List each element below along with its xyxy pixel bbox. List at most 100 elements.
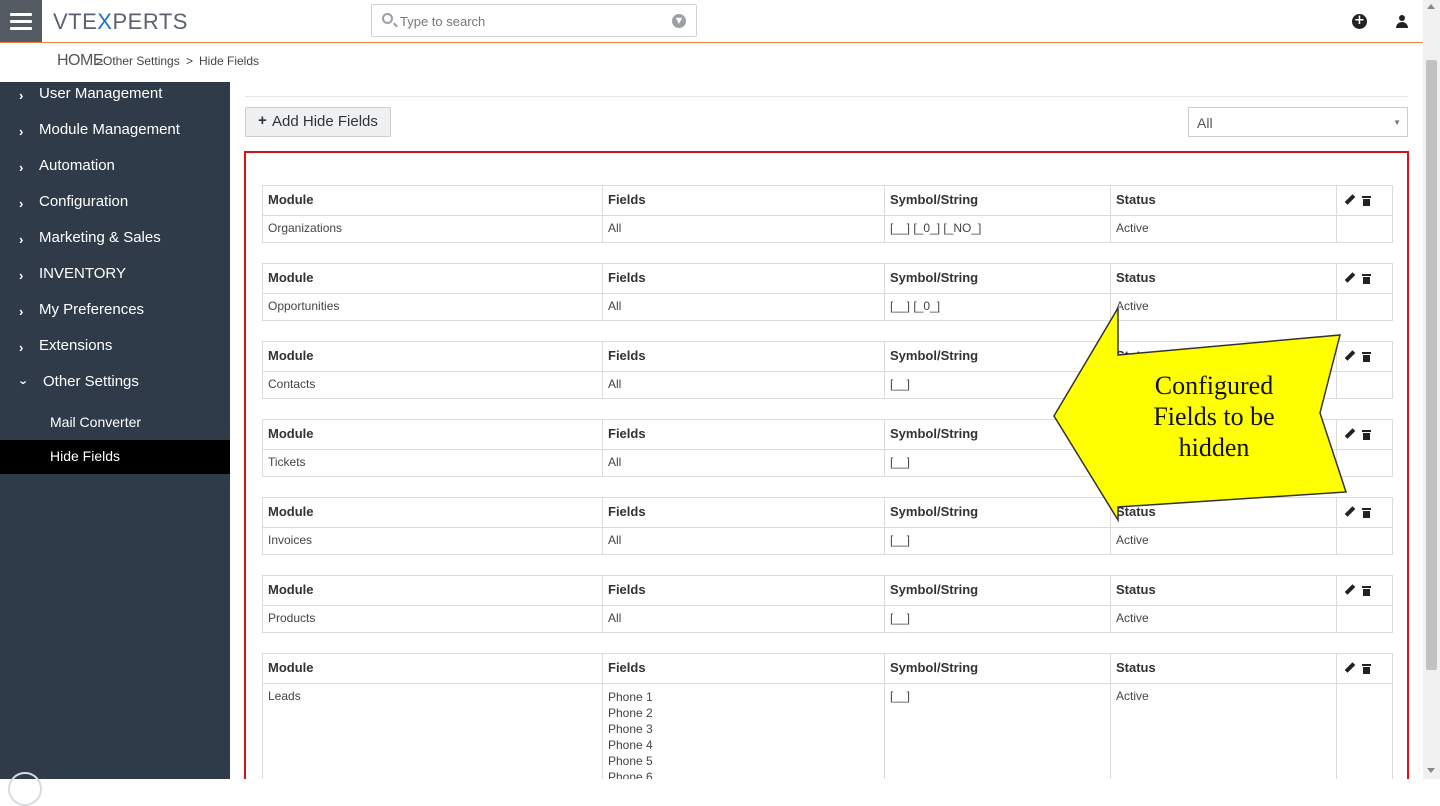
column-header-module: Module bbox=[268, 270, 314, 285]
delete-trash-icon[interactable] bbox=[1362, 352, 1371, 362]
sidebar-subitem-hide-fields[interactable]: Hide Fields bbox=[0, 440, 230, 474]
cell-fields: All bbox=[602, 216, 884, 242]
cell-symbol: [__] [_0_] [_NO_] bbox=[884, 216, 1110, 242]
sidebar-subitem-mail-converter[interactable]: Mail Converter bbox=[0, 406, 230, 440]
top-navbar: VTEXPERTS ▼ + bbox=[0, 0, 1423, 43]
cell-fields: All bbox=[602, 294, 884, 320]
column-header-symbol: Symbol/String bbox=[884, 186, 1110, 215]
chevron-right-icon: › bbox=[19, 340, 24, 355]
cell-fields: All bbox=[602, 528, 884, 554]
breadcrumb-other-settings[interactable]: Other Settings bbox=[103, 54, 180, 68]
vtexperts-logo[interactable]: VTEXPERTS bbox=[53, 9, 188, 35]
row-actions bbox=[1336, 654, 1394, 683]
callout-text: Configured Fields to be hidden bbox=[1153, 371, 1275, 462]
global-search[interactable]: ▼ bbox=[371, 4, 697, 37]
column-header-symbol: Symbol/String bbox=[884, 264, 1110, 293]
cell-fields: All bbox=[602, 372, 884, 398]
module-filter-select[interactable]: All ▼ bbox=[1188, 107, 1408, 137]
column-header-status: Status bbox=[1110, 264, 1336, 293]
add-hide-fields-button[interactable]: + Add Hide Fields bbox=[245, 107, 391, 137]
breadcrumb-separator: > bbox=[96, 54, 104, 68]
cell-symbol: [__] bbox=[884, 528, 1110, 554]
row-actions bbox=[1336, 576, 1394, 605]
chevron-right-icon: › bbox=[19, 196, 24, 211]
column-header-module: Module bbox=[268, 192, 314, 207]
column-header-module: Module bbox=[268, 426, 314, 441]
column-header-symbol: Symbol/String bbox=[884, 654, 1110, 683]
cell-status: Active bbox=[1110, 216, 1336, 242]
hide-field-record: Module Fields Symbol/String Status Organ… bbox=[262, 185, 1393, 243]
delete-trash-icon[interactable] bbox=[1362, 274, 1371, 284]
cell-module: Organizations bbox=[268, 221, 343, 235]
column-header-fields: Fields bbox=[602, 576, 884, 605]
cell-module: Products bbox=[268, 611, 316, 625]
plus-icon: + bbox=[258, 112, 267, 129]
cell-fields: All bbox=[602, 606, 884, 632]
delete-trash-icon[interactable] bbox=[1362, 586, 1371, 596]
table-row: Invoices All [__] Active bbox=[263, 528, 1392, 554]
cell-module: Leads bbox=[268, 689, 301, 703]
edit-pencil-icon[interactable] bbox=[1344, 585, 1355, 596]
field-item: Phone 2 bbox=[608, 706, 653, 720]
page-scrollbar[interactable] bbox=[1423, 0, 1440, 779]
sidebar-item-user-management[interactable]: › User Management bbox=[0, 82, 230, 114]
search-input[interactable] bbox=[400, 11, 660, 31]
row-actions bbox=[1336, 186, 1394, 215]
sidebar-item-configuration[interactable]: › Configuration bbox=[0, 190, 230, 222]
edit-pencil-icon[interactable] bbox=[1344, 663, 1355, 674]
scroll-up-arrow-icon[interactable] bbox=[1427, 4, 1435, 9]
cell-empty bbox=[1336, 684, 1392, 779]
user-profile-icon[interactable] bbox=[1396, 14, 1408, 29]
sidebar-item-other-settings[interactable]: › Other Settings bbox=[0, 370, 230, 402]
delete-trash-icon[interactable] bbox=[1362, 196, 1371, 206]
column-header-status: Status bbox=[1110, 576, 1336, 605]
chevron-right-icon: › bbox=[19, 88, 24, 103]
sidebar-item-module-management[interactable]: › Module Management bbox=[0, 118, 230, 150]
cell-empty bbox=[1336, 528, 1394, 554]
help-widget-icon[interactable] bbox=[8, 772, 42, 806]
divider bbox=[245, 96, 1408, 97]
column-header-fields: Fields bbox=[602, 186, 884, 215]
chevron-down-icon: › bbox=[16, 380, 32, 385]
hide-field-record: Module Fields Symbol/String Status Leads… bbox=[262, 653, 1393, 779]
column-header-fields: Fields bbox=[602, 420, 884, 449]
column-header-module: Module bbox=[268, 504, 314, 519]
cell-status: Active bbox=[1110, 528, 1336, 554]
sidebar-item-marketing-sales[interactable]: › Marketing & Sales bbox=[0, 226, 230, 258]
breadcrumb-separator: > bbox=[186, 54, 194, 68]
scrollbar-thumb[interactable] bbox=[1426, 60, 1437, 670]
cell-symbol: [__] bbox=[884, 606, 1110, 632]
hamburger-menu-icon[interactable] bbox=[0, 0, 42, 42]
table-header-row: Module Fields Symbol/String Status bbox=[263, 186, 1392, 216]
cell-module: Opportunities bbox=[268, 299, 340, 313]
sidebar-item-inventory[interactable]: › INVENTORY bbox=[0, 262, 230, 294]
sidebar-item-automation[interactable]: › Automation bbox=[0, 154, 230, 186]
field-item: Phone 5 bbox=[608, 754, 653, 768]
search-dropdown-chevron-icon[interactable]: ▼ bbox=[672, 14, 686, 28]
quick-create-plus-icon[interactable]: + bbox=[1352, 14, 1367, 29]
column-header-fields: Fields bbox=[602, 498, 884, 527]
table-row: Leads Phone 1 Phone 2 Phone 3 Phone 4 Ph… bbox=[263, 684, 1392, 779]
edit-pencil-icon[interactable] bbox=[1344, 195, 1355, 206]
edit-pencil-icon[interactable] bbox=[1344, 273, 1355, 284]
table-header-row: Module Fields Symbol/String Status bbox=[263, 264, 1392, 294]
cell-fields: All bbox=[602, 450, 884, 476]
chevron-right-icon: › bbox=[19, 232, 24, 247]
search-icon bbox=[382, 13, 393, 24]
column-header-fields: Fields bbox=[602, 264, 884, 293]
field-item: Phone 6 bbox=[608, 770, 653, 779]
delete-trash-icon[interactable] bbox=[1362, 508, 1371, 518]
cell-status: Active bbox=[1110, 684, 1336, 779]
column-header-module: Module bbox=[268, 582, 314, 597]
column-header-fields: Fields bbox=[602, 654, 884, 683]
sidebar-item-my-preferences[interactable]: › My Preferences bbox=[0, 298, 230, 330]
scroll-down-arrow-icon[interactable] bbox=[1427, 768, 1435, 773]
cell-status: Active bbox=[1110, 606, 1336, 632]
field-item: Phone 4 bbox=[608, 738, 653, 752]
sidebar-item-extensions[interactable]: › Extensions bbox=[0, 334, 230, 366]
column-header-status: Status bbox=[1110, 654, 1336, 683]
delete-trash-icon[interactable] bbox=[1362, 430, 1371, 440]
cell-symbol: [__] bbox=[884, 684, 1110, 779]
delete-trash-icon[interactable] bbox=[1362, 664, 1371, 674]
table-header-row: Module Fields Symbol/String Status bbox=[263, 654, 1392, 684]
